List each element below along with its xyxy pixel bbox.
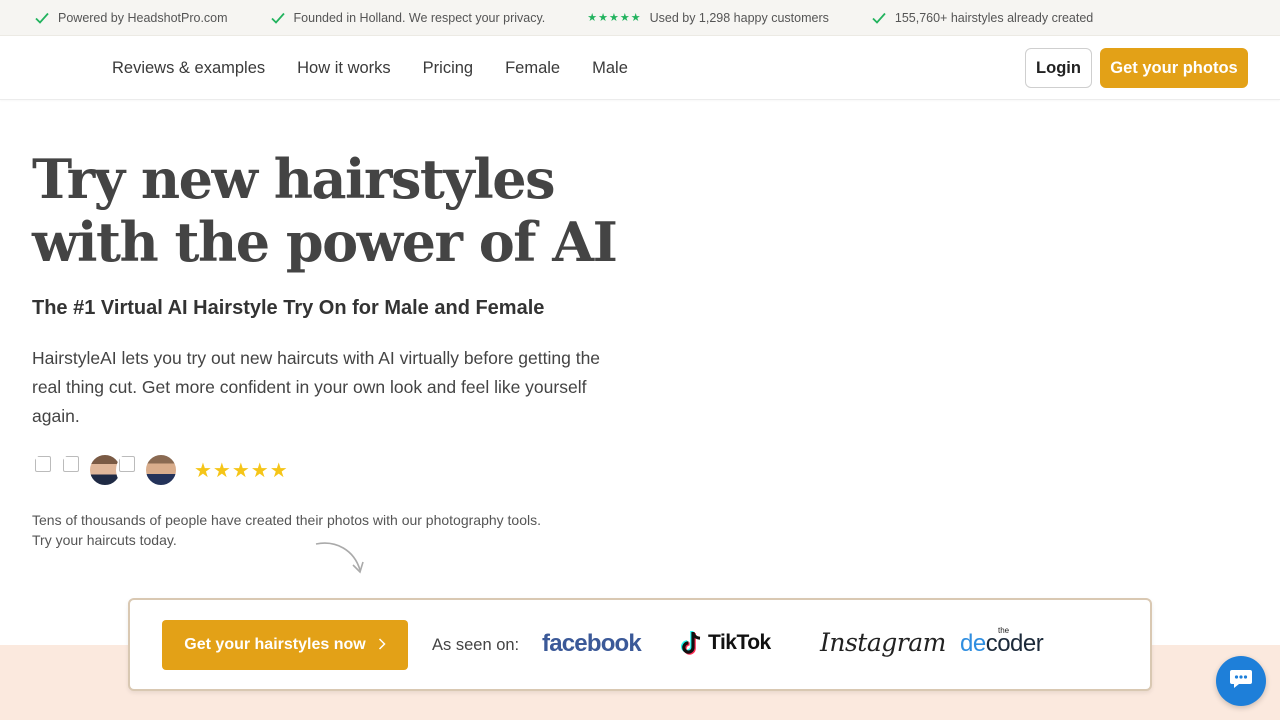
as-seen-on-label: As seen on: <box>432 636 520 654</box>
check-icon <box>871 10 887 26</box>
trust-item-holland: Founded in Holland. We respect your priv… <box>270 10 546 26</box>
avatar <box>32 453 62 487</box>
trust-item-label: 155,760+ hairstyles already created <box>894 10 1094 25</box>
avatar <box>116 453 146 487</box>
get-photos-button[interactable]: Get your photos <box>1100 48 1248 88</box>
avatar <box>144 453 178 487</box>
chat-widget-button[interactable] <box>1216 656 1266 706</box>
trust-bar: Powered by HeadshotPro.com Founded in Ho… <box>0 0 1280 36</box>
tiktok-logo-text: TikTok <box>708 631 771 654</box>
hero-title-line2: with the power of AI <box>32 210 618 274</box>
check-icon <box>34 10 50 26</box>
chevron-right-icon <box>378 637 386 653</box>
avatar <box>60 453 90 487</box>
customer-avatars: ★★★★★ <box>32 452 289 488</box>
nav-link-pricing[interactable]: Pricing <box>423 59 473 78</box>
nav-link-female[interactable]: Female <box>505 59 560 78</box>
decoder-logo-part-a: de <box>960 630 986 657</box>
curved-arrow-icon <box>314 538 366 583</box>
trust-item-label: Used by 1,298 happy customers <box>649 10 829 25</box>
hero-description: HairstyleAI lets you try out new haircut… <box>32 348 601 426</box>
trust-item-label: Founded in Holland. We respect your priv… <box>293 10 546 25</box>
nav-link-reviews[interactable]: Reviews & examples <box>112 59 265 78</box>
trust-item-label: Powered by HeadshotPro.com <box>58 10 228 25</box>
rating-stars-icon: ★★★★★ <box>194 459 289 482</box>
hero-title: Try new hairstyles with the power of AI <box>32 148 652 274</box>
trust-item-powered: Powered by HeadshotPro.com <box>34 10 228 26</box>
check-icon <box>270 10 286 26</box>
nav-link-how-it-works[interactable]: How it works <box>297 59 391 78</box>
get-hairstyles-button[interactable]: Get your hairstyles now <box>162 620 408 670</box>
main-nav: Reviews & examples How it works Pricing … <box>112 36 660 100</box>
green-stars-icon: ★★★★★ <box>587 12 642 24</box>
hero-subtitle: The #1 Virtual AI Hairstyle Try On for M… <box>32 297 545 319</box>
login-button[interactable]: Login <box>1025 48 1092 88</box>
decoder-logo-part-b: coder <box>985 630 1044 657</box>
social-proof-text: Tens of thousands of people have created… <box>32 512 542 548</box>
get-hairstyles-label: Get your hairstyles now <box>184 636 366 653</box>
trust-item-hairstyles: 155,760+ hairstyles already created <box>871 10 1093 26</box>
facebook-logo: facebook <box>542 630 642 657</box>
chat-icon <box>1228 667 1254 696</box>
site-header: Reviews & examples How it works Pricing … <box>0 36 1280 100</box>
trust-item-customers: ★★★★★ Used by 1,298 happy customers <box>587 11 829 25</box>
tiktok-note-icon <box>681 631 701 655</box>
hero-title-line1: Try new hairstyles <box>32 147 556 211</box>
nav-link-male[interactable]: Male <box>592 59 628 78</box>
instagram-logo: Instagram <box>820 628 946 657</box>
tiktok-logo: TikTok <box>680 630 771 656</box>
decoder-logo: the decoder <box>960 626 1044 658</box>
decoder-logo-the: the <box>998 626 1010 635</box>
cta-card: Get your hairstyles now As seen on: face… <box>128 598 1152 691</box>
